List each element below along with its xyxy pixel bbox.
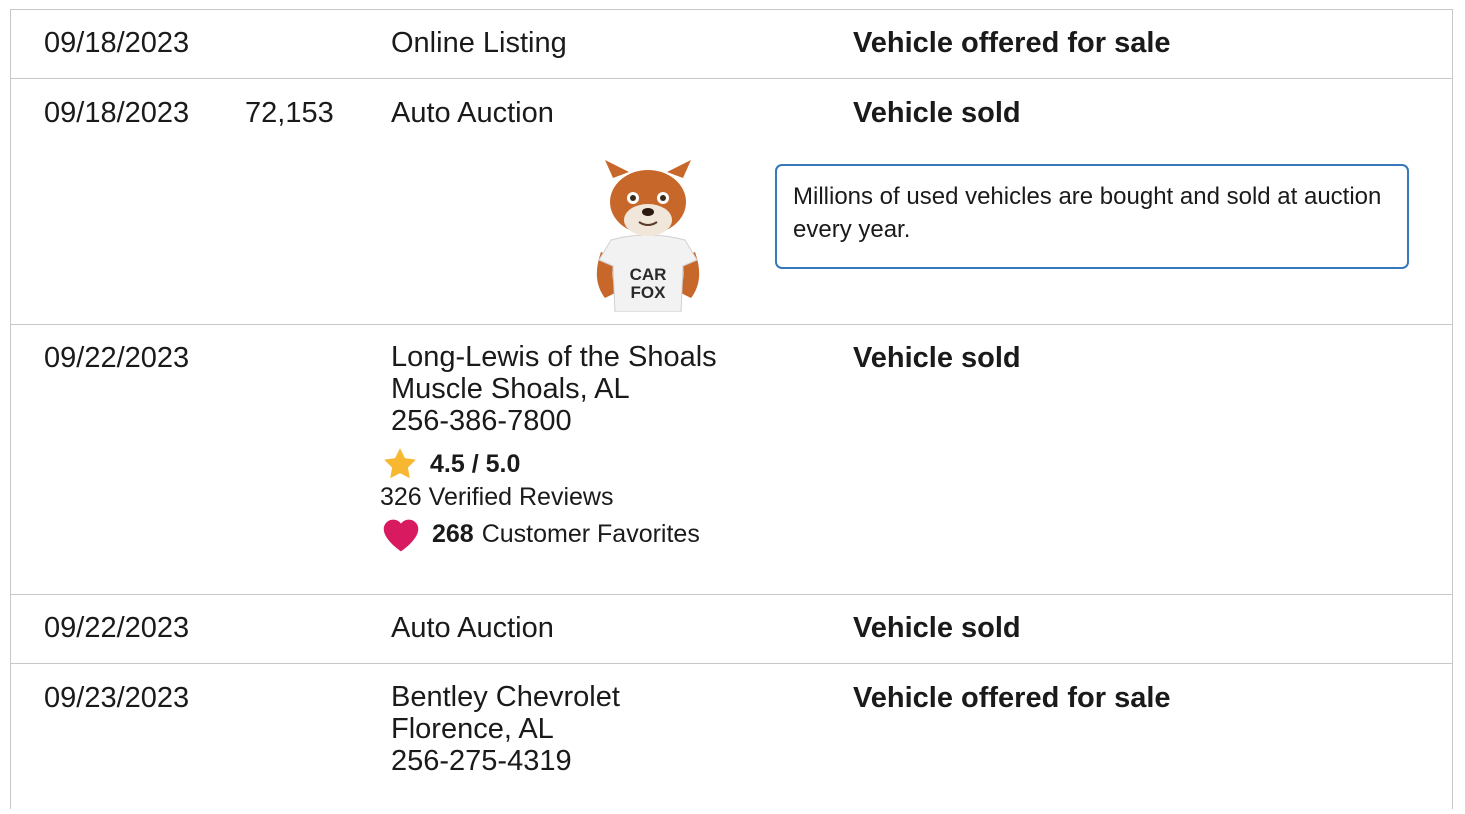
table-row: 09/18/2023 Online Listing Vehicle offere…	[11, 10, 1452, 79]
dealer-phone[interactable]: 256-275-4319	[391, 745, 620, 777]
heart-icon	[383, 519, 419, 552]
row-source: Online Listing	[391, 27, 567, 59]
auction-info-tooltip: Millions of used vehicles are bought and…	[775, 164, 1409, 269]
shirt-text-line1: CAR	[630, 265, 667, 284]
rating-score-row[interactable]: 4.5 / 5.0	[380, 445, 700, 483]
vehicle-history-table: 09/18/2023 Online Listing Vehicle offere…	[10, 9, 1453, 809]
table-row: 09/23/2023 Bentley Chevrolet Florence, A…	[11, 664, 1452, 814]
table-row: 09/22/2023 Auto Auction Vehicle sold	[11, 595, 1452, 664]
shirt-text-line2: FOX	[631, 283, 667, 302]
dealer-rating-block: 4.5 / 5.0 326 Verified Reviews 268 Custo…	[380, 445, 700, 553]
row-odometer: 72,153	[245, 97, 334, 129]
row-date: 09/18/2023	[44, 27, 190, 59]
row-source: Auto Auction	[391, 97, 554, 129]
favorites-count: 268	[432, 519, 474, 548]
rating-score: 4.5 / 5.0	[430, 449, 521, 478]
favorites-row[interactable]: 268 Customer Favorites	[380, 515, 700, 553]
dealer-phone[interactable]: 256-386-7800	[391, 405, 717, 437]
row-event: Vehicle sold	[853, 97, 1021, 129]
carfox-mascot-image: CAR FOX	[596, 160, 700, 312]
row-date: 09/23/2023	[44, 682, 190, 714]
row-source: Auto Auction	[391, 612, 554, 644]
dealer-name[interactable]: Bentley Chevrolet	[391, 681, 620, 713]
favorites-label: Customer Favorites	[481, 519, 700, 548]
row-date: 09/18/2023	[44, 97, 190, 129]
row-event: Vehicle sold	[853, 612, 1021, 644]
row-event: Vehicle offered for sale	[853, 27, 1171, 59]
star-icon	[384, 448, 416, 479]
dealer-location: Florence, AL	[391, 713, 554, 745]
row-date: 09/22/2023	[44, 342, 190, 374]
table-row: 09/22/2023 Long-Lewis of the Shoals Musc…	[11, 325, 1452, 595]
row-source: Bentley Chevrolet Florence, AL 256-275-4…	[391, 681, 620, 777]
dealer-location: Muscle Shoals, AL	[391, 373, 630, 405]
row-event: Vehicle offered for sale	[853, 682, 1171, 714]
review-count[interactable]: 326 Verified Reviews	[380, 483, 700, 515]
row-source: Long-Lewis of the Shoals Muscle Shoals, …	[391, 341, 717, 437]
row-event: Vehicle sold	[853, 342, 1021, 374]
dealer-name[interactable]: Long-Lewis of the Shoals	[391, 341, 717, 373]
row-date: 09/22/2023	[44, 612, 190, 644]
